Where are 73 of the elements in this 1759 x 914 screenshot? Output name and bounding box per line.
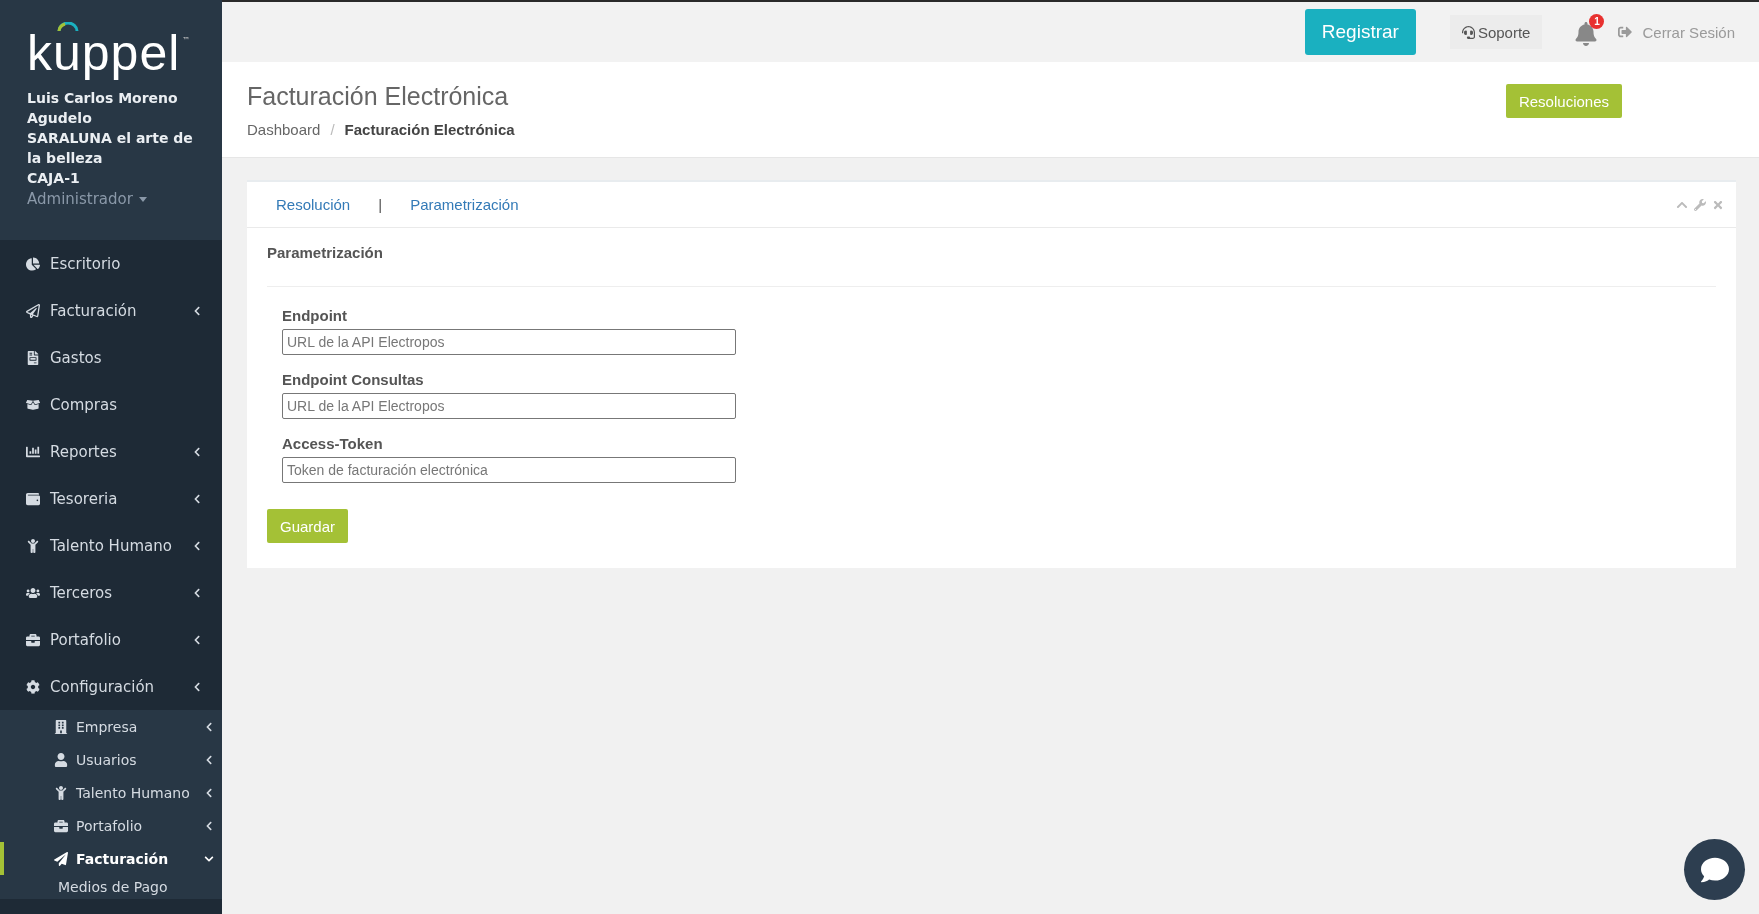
sidebar-item[interactable]: Gastos (0, 334, 222, 381)
logout-icon (1618, 25, 1633, 39)
support-button[interactable]: Soporte (1449, 15, 1543, 49)
sidebar-item[interactable]: Tesoreria (0, 475, 222, 522)
input-field[interactable]: Token de facturación electrónica (282, 457, 736, 483)
user-info: CAJA-1 (27, 169, 81, 188)
bar-chart-icon (26, 444, 40, 459)
chevron-icon (204, 721, 214, 732)
trademark: ™ (182, 36, 191, 45)
chevron-icon (192, 305, 202, 316)
submenu-item[interactable]: Portafolio (0, 809, 222, 842)
field-label: Endpoint Consultas (282, 371, 425, 388)
building-icon (54, 719, 68, 734)
chevron-icon (192, 634, 202, 645)
role-dropdown[interactable]: Administrador (27, 190, 133, 208)
submenu-item[interactable]: Usuarios (0, 743, 222, 776)
input-field[interactable]: URL de la API Electropos (282, 329, 736, 355)
field-label: Access-Token (282, 435, 384, 452)
input-field[interactable]: URL de la API Electropos (282, 393, 736, 419)
chevron-icon (204, 853, 214, 864)
briefcase-icon (54, 818, 68, 833)
gear-icon (26, 679, 40, 694)
breadcrumb-item: Facturación Electrónica (344, 121, 515, 138)
close-icon[interactable] (1712, 198, 1724, 211)
sidebar-item[interactable]: Reportes (0, 428, 222, 475)
chevron-icon (192, 681, 202, 692)
logo: kuppel (27, 28, 181, 78)
briefcase-icon (26, 632, 40, 647)
person-icon (26, 538, 40, 553)
section-heading: Parametrización (267, 244, 1716, 287)
sidebar-item[interactable]: Facturación (0, 287, 222, 334)
chevron-icon (192, 446, 202, 457)
paper-plane-icon (54, 851, 68, 866)
headset-icon (1461, 25, 1475, 39)
chevron-icon (192, 493, 202, 504)
chevron-icon (192, 540, 202, 551)
sidebar-item[interactable]: Configuración (0, 663, 222, 710)
breadcrumb-separator: / (330, 121, 335, 138)
sidebar-item[interactable]: Talento Humano (0, 522, 222, 569)
notification-badge: 1 (1589, 14, 1605, 29)
chevron-icon (192, 587, 202, 598)
person-icon (54, 785, 68, 800)
user-info: SARALUNA el arte de la belleza (27, 129, 194, 168)
submenu-item[interactable]: Talento Humano (0, 776, 222, 809)
sidebar-item[interactable]: Portafolio (0, 616, 222, 663)
breadcrumb-item[interactable]: Dashboard (247, 121, 321, 138)
submenu-item[interactable]: Medios de Pago (0, 875, 222, 899)
paper-plane-icon (26, 303, 40, 318)
box-icon (26, 397, 40, 412)
sidebar-item[interactable]: Escritorio (0, 240, 222, 287)
user-icon (54, 752, 68, 767)
wrench-icon[interactable] (1694, 198, 1706, 211)
submenu-item[interactable]: Facturación (0, 842, 222, 875)
document-icon (26, 350, 40, 365)
tab-separator: | (378, 196, 383, 213)
chat-icon (1700, 855, 1729, 884)
field-label: Endpoint (282, 307, 348, 324)
tab-link[interactable]: Resolución (276, 196, 351, 213)
chat-button[interactable] (1684, 839, 1745, 900)
user-info: Luis Carlos Moreno Agudelo (27, 89, 179, 128)
wallet-icon (26, 491, 40, 506)
sidebar-item[interactable]: Compras (0, 381, 222, 428)
sidebar-item[interactable]: Terceros (0, 569, 222, 616)
tab-link[interactable]: Parametrización (410, 196, 519, 213)
caret-icon (138, 196, 147, 202)
page-title: Facturación Electrónica (247, 82, 510, 111)
chevron-icon (204, 787, 214, 798)
users-icon (26, 585, 40, 600)
submenu-item[interactable]: Empresa (0, 710, 222, 743)
arc-icon (57, 22, 79, 32)
pie-chart-icon (26, 256, 40, 271)
chevron-icon (204, 754, 214, 765)
chevron-icon (204, 820, 214, 831)
